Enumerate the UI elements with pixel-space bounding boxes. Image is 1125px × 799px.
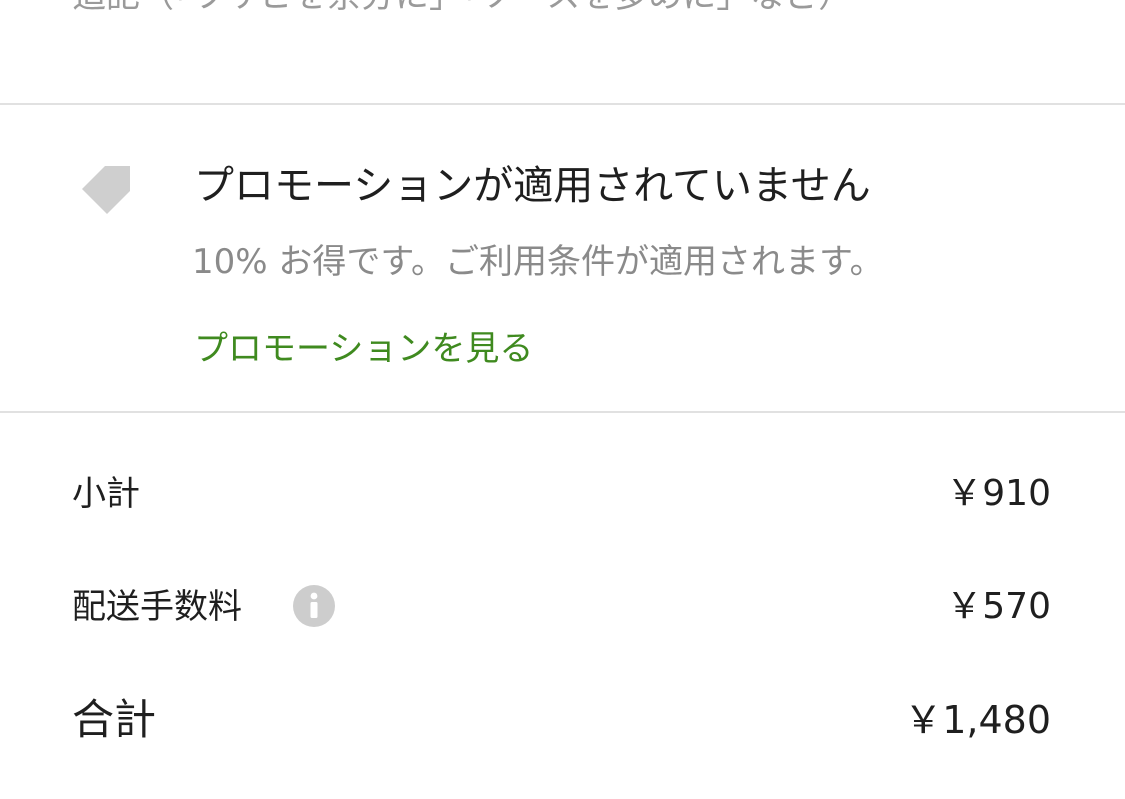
delivery-fee-value: ￥570 (946, 586, 1051, 627)
info-icon[interactable] (292, 584, 336, 628)
subtotal-value: ￥910 (946, 473, 1051, 514)
subtotal-label: 小計 (72, 474, 140, 514)
divider (0, 411, 1125, 413)
special-instructions-note: 追記（「ワサビを余分に」「ソースを多めに」など） (72, 0, 1052, 20)
total-value: ￥1,480 (904, 698, 1051, 742)
promotion-status-title: プロモーションが適用されていません (194, 163, 871, 209)
tag-icon (82, 166, 130, 214)
delivery-fee-label: 配送手数料 (72, 587, 242, 627)
divider (0, 103, 1125, 105)
total-label: 合計 (72, 695, 157, 744)
order-summary-page: 追記（「ワサビを余分に」「ソースを多めに」など） プロモーションが適用されていま… (0, 0, 1125, 799)
promotion-description: 10% お得です。ご利用条件が適用されます。 (192, 242, 884, 282)
view-promotions-link[interactable]: プロモーションを見る (194, 325, 533, 373)
